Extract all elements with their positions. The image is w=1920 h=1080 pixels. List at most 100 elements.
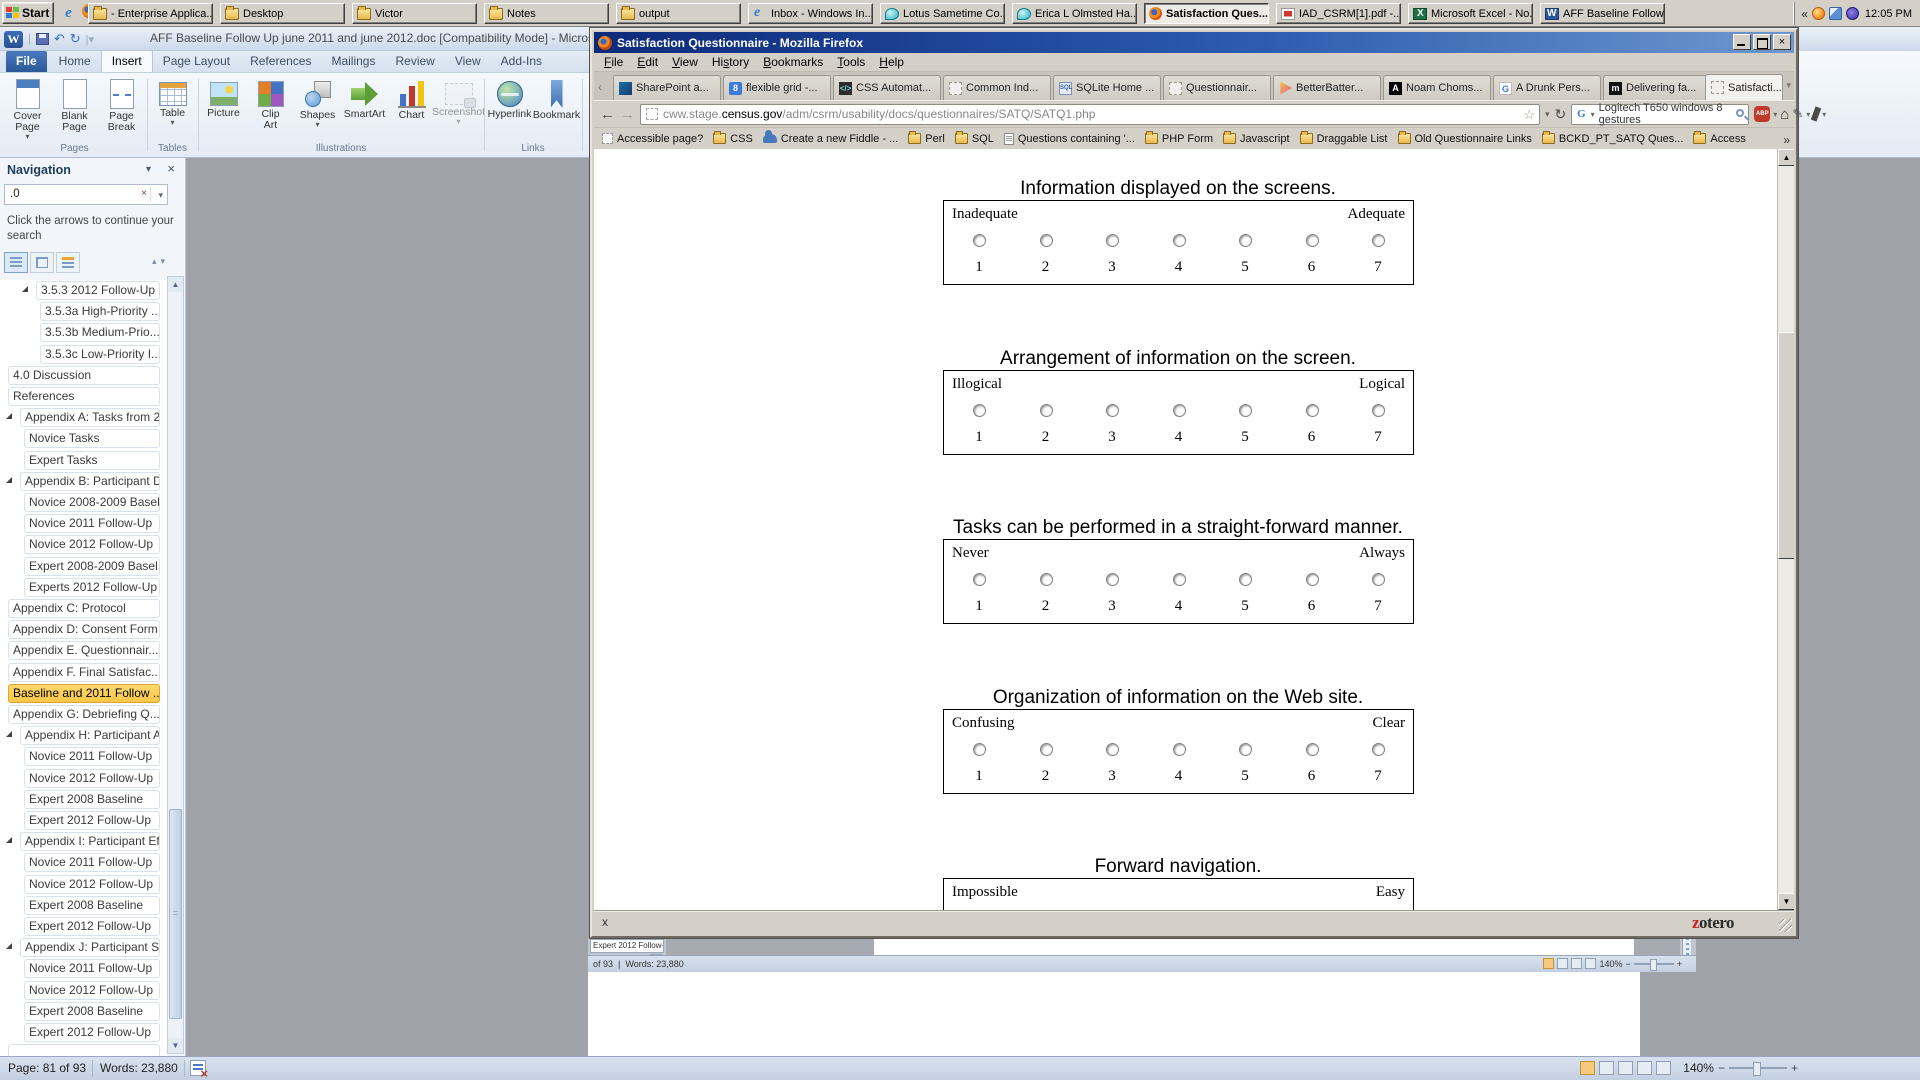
firefox-tab[interactable]: </>CSS Automat... bbox=[833, 75, 941, 100]
taskbar-button[interactable]: IAD_CSRM[1].pdf -... bbox=[1276, 3, 1401, 24]
firefox-tab[interactable]: BetterBatter... bbox=[1273, 75, 1381, 100]
table-button[interactable]: Table▾ bbox=[149, 75, 196, 142]
firefox-tab[interactable]: SharePoint a... bbox=[613, 75, 721, 100]
previous-result-icon[interactable]: ▴ bbox=[152, 256, 157, 267]
taskbar-button[interactable]: output bbox=[616, 3, 741, 24]
zoom-slider[interactable] bbox=[1729, 1067, 1787, 1069]
bookmark-item[interactable]: Javascript bbox=[1223, 133, 1290, 145]
nav-item[interactable]: Novice 2011 Follow-Up bbox=[24, 959, 160, 978]
page-count[interactable]: Page: 81 of 93 bbox=[8, 1061, 86, 1075]
radio-button[interactable] bbox=[1372, 234, 1385, 247]
list-tabs-icon[interactable]: ▾ bbox=[1786, 80, 1791, 91]
firefox-tab[interactable]: ANoam Choms... bbox=[1383, 75, 1491, 100]
nav-item[interactable]: Novice 2012 Follow-Up bbox=[24, 875, 160, 894]
resize-grip[interactable] bbox=[1779, 919, 1792, 932]
collapse-triangle-icon[interactable] bbox=[6, 731, 12, 737]
print-layout-view-icon[interactable] bbox=[1543, 958, 1554, 969]
clip-art-button[interactable]: ClipArt bbox=[247, 75, 294, 142]
nav-item[interactable]: Expert Tasks bbox=[24, 451, 160, 470]
nav-item[interactable]: 3.5.3c Low-Priority I... bbox=[40, 345, 160, 364]
search-engine-icon[interactable]: G bbox=[1576, 108, 1586, 120]
nav-item[interactable]: Expert 2012 Follow-Up bbox=[24, 1023, 160, 1042]
tray-icon-purple[interactable] bbox=[1846, 7, 1859, 20]
ribbon-tab-home[interactable]: Home bbox=[49, 51, 101, 72]
mini-zoom-slider[interactable] bbox=[1634, 963, 1674, 965]
nav-item[interactable]: Novice 2012 Follow-Up bbox=[24, 981, 160, 1000]
radio-button[interactable] bbox=[1173, 234, 1186, 247]
zoom-level[interactable]: 140% bbox=[1683, 1061, 1714, 1075]
bookmark-item[interactable]: Access bbox=[1693, 133, 1745, 145]
browse-headings-tab[interactable] bbox=[4, 252, 28, 273]
taskbar-button[interactable]: - Enterprise Applica... bbox=[88, 3, 213, 24]
radio-button[interactable] bbox=[1239, 573, 1252, 586]
nav-item[interactable]: Novice 2011 Follow-Up bbox=[24, 747, 160, 766]
word-logo-icon[interactable]: W bbox=[4, 31, 23, 48]
radio-button[interactable] bbox=[973, 573, 986, 586]
zoom-in-icon[interactable]: + bbox=[1677, 959, 1682, 969]
home-icon[interactable]: ⌂ bbox=[1780, 106, 1789, 123]
web-layout-view-icon[interactable] bbox=[1618, 1061, 1633, 1075]
scroll-down-icon[interactable]: ▼ bbox=[168, 1038, 183, 1053]
close-button[interactable]: × bbox=[1773, 34, 1791, 50]
word-count[interactable]: Words: 23,880 bbox=[100, 1061, 178, 1075]
ribbon-tab-page-layout[interactable]: Page Layout bbox=[153, 51, 240, 72]
radio-button[interactable] bbox=[1306, 404, 1319, 417]
page-scrollbar[interactable]: ▲ ▼ bbox=[1777, 149, 1794, 910]
clear-search-icon[interactable]: × bbox=[141, 188, 147, 199]
radio-button[interactable] bbox=[1239, 404, 1252, 417]
bookmark-item[interactable]: CSS bbox=[713, 133, 753, 145]
radio-button[interactable] bbox=[1239, 234, 1252, 247]
nav-item[interactable]: Novice 2012 Follow-Up bbox=[24, 535, 160, 554]
menu-history[interactable]: History bbox=[706, 54, 755, 70]
firefox-tab[interactable]: Questionnair... bbox=[1163, 75, 1271, 100]
menu-tools[interactable]: Tools bbox=[831, 54, 871, 70]
radio-button[interactable] bbox=[1040, 743, 1053, 756]
browse-results-tab[interactable] bbox=[56, 252, 80, 273]
nav-item[interactable] bbox=[8, 1044, 160, 1056]
web-layout-view-icon[interactable] bbox=[1571, 958, 1582, 969]
radio-button[interactable] bbox=[1306, 234, 1319, 247]
navigation-search-input[interactable]: .0 × ▾ bbox=[4, 184, 168, 205]
firefox-tab[interactable]: mDelivering fa... bbox=[1603, 75, 1711, 100]
navigation-scrollbar[interactable]: ▲ ▼ bbox=[167, 276, 184, 1054]
firefox-tab[interactable]: Satisfacti...× bbox=[1705, 74, 1783, 100]
taskbar-button[interactable]: Erica L Olmsted Ha... bbox=[1012, 3, 1137, 24]
collapse-triangle-icon[interactable] bbox=[6, 943, 12, 949]
nav-item[interactable]: Expert 2012 Follow-Up bbox=[24, 811, 160, 830]
forward-button[interactable]: → bbox=[620, 106, 635, 123]
nav-item[interactable]: Expert 2008 Baseline bbox=[24, 896, 160, 915]
radio-button[interactable] bbox=[973, 743, 986, 756]
nav-item[interactable]: Experts 2012 Follow-Up bbox=[24, 578, 160, 597]
collapse-triangle-icon[interactable] bbox=[6, 413, 12, 419]
nav-item[interactable]: 3.5.3b Medium-Prio... bbox=[40, 323, 160, 342]
radio-button[interactable] bbox=[973, 404, 986, 417]
radio-button[interactable] bbox=[1106, 743, 1119, 756]
chevron-down-icon[interactable]: ▾ bbox=[146, 164, 151, 175]
nav-item[interactable]: Appendix G: Debriefing Q... bbox=[8, 705, 160, 724]
bookmark-item[interactable]: BCKD_PT_SATQ Ques... bbox=[1542, 133, 1684, 145]
scroll-down-icon[interactable]: ▼ bbox=[1778, 893, 1794, 910]
taskbar-button[interactable]: Microsoft Excel - No... bbox=[1408, 3, 1533, 24]
nav-item[interactable]: 4.0 Discussion bbox=[8, 366, 160, 385]
nav-item[interactable]: Appendix A: Tasks from 20... bbox=[20, 408, 160, 427]
nav-item[interactable]: Expert 2008 Baseline bbox=[24, 790, 160, 809]
ribbon-tab-view[interactable]: View bbox=[445, 51, 491, 72]
adblock-icon[interactable]: ABP bbox=[1754, 106, 1770, 122]
reload-icon[interactable]: ↻ bbox=[1555, 106, 1567, 123]
search-input[interactable]: G ▾ Logitech T650 windows 8 gestures bbox=[1571, 104, 1749, 125]
menu-bookmarks[interactable]: Bookmarks bbox=[757, 54, 829, 70]
radio-button[interactable] bbox=[1173, 573, 1186, 586]
taskbar-button[interactable]: Desktop bbox=[220, 3, 345, 24]
radio-button[interactable] bbox=[1372, 404, 1385, 417]
shapes-button[interactable]: Shapes▾ bbox=[294, 75, 341, 142]
radio-button[interactable] bbox=[1306, 573, 1319, 586]
radio-button[interactable] bbox=[1106, 234, 1119, 247]
radio-button[interactable] bbox=[1372, 573, 1385, 586]
nav-item[interactable]: References bbox=[8, 387, 160, 406]
tray-icon-orange[interactable] bbox=[1812, 7, 1825, 20]
nav-item[interactable]: Appendix J: Participant Sa... bbox=[20, 938, 160, 957]
redo-icon[interactable]: ↻ bbox=[70, 33, 81, 45]
scroll-up-icon[interactable]: ▲ bbox=[168, 277, 183, 292]
firefox-titlebar[interactable]: Satisfaction Questionnaire - Mozilla Fir… bbox=[594, 32, 1794, 53]
firefox-tab[interactable]: 8flexible grid -... bbox=[723, 75, 831, 100]
